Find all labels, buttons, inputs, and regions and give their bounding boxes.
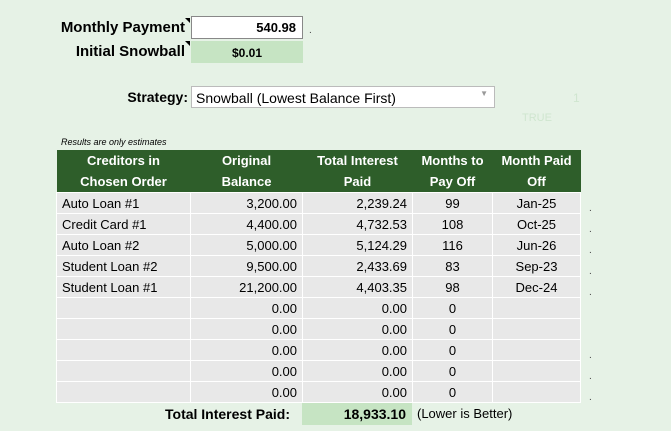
table-row: 0.00 0.00 0	[56, 360, 581, 382]
cell-creditor[interactable]: Student Loan #1	[56, 276, 191, 298]
cell-dot: .	[589, 287, 592, 298]
cell-creditor[interactable]	[56, 360, 191, 382]
initial-snowball-field[interactable]: $0.01	[191, 41, 303, 63]
header-total-interest: Total Interest Paid	[302, 150, 413, 193]
initial-snowball-label: Initial Snowball	[75, 43, 185, 60]
cell-months[interactable]: 83	[412, 255, 493, 277]
cell-interest[interactable]: 2,239.24	[302, 192, 413, 214]
cell-balance[interactable]: 0.00	[190, 360, 303, 382]
cell-balance[interactable]: 21,200.00	[190, 276, 303, 298]
table-row: Student Loan #1 21,200.00 4,403.35 98 Dec-24	[56, 276, 581, 298]
cell-interest[interactable]: 4,732.53	[302, 213, 413, 235]
cell-balance[interactable]: 5,000.00	[190, 234, 303, 256]
table-header-row: Creditors in Chosen Order Original Balance…	[56, 150, 581, 193]
table-row: 0.00 0.00 0	[56, 339, 581, 361]
cell-months[interactable]: 0	[412, 381, 493, 403]
header-month-paid-off: Month Paid Off	[492, 150, 581, 193]
cell-balance[interactable]: 0.00	[190, 318, 303, 340]
strategy-label: Strategy:	[127, 89, 188, 105]
table-row: Credit Card #1 4,400.00 4,732.53 108 Oct-25	[56, 213, 581, 235]
cell-creditor[interactable]: Credit Card #1	[56, 213, 191, 235]
cell-month-paid[interactable]: Jan-25	[492, 192, 581, 214]
cell-balance[interactable]: 0.00	[190, 381, 303, 403]
cell-months[interactable]: 0	[412, 360, 493, 382]
table-row: 0.00 0.00 0	[56, 318, 581, 340]
cell-balance[interactable]: 3,200.00	[190, 192, 303, 214]
header-creditors: Creditors in Chosen Order	[56, 150, 191, 193]
cell-creditor[interactable]: Auto Loan #1	[56, 192, 191, 214]
cell-dot: .	[589, 245, 592, 256]
table-row: 0.00 0.00 0	[56, 381, 581, 403]
cell-months[interactable]: 108	[412, 213, 493, 235]
cell-dot: .	[589, 392, 592, 403]
cell-month-paid[interactable]	[492, 360, 581, 382]
cell-dot: .	[589, 203, 592, 214]
cell-month-paid[interactable]	[492, 297, 581, 319]
cell-month-paid[interactable]	[492, 381, 581, 403]
cell-balance[interactable]: 0.00	[190, 297, 303, 319]
table-row: Auto Loan #2 5,000.00 5,124.29 116 Jun-26	[56, 234, 581, 256]
comment-indicator-icon	[185, 18, 190, 23]
cell-creditor[interactable]: Student Loan #2	[56, 255, 191, 277]
total-interest-note: (Lower is Better)	[417, 406, 513, 421]
cell-month-paid[interactable]: Sep-23	[492, 255, 581, 277]
cell-dot: .	[309, 25, 312, 36]
cell-dot: .	[589, 224, 592, 235]
cell-creditor[interactable]: Auto Loan #2	[56, 234, 191, 256]
monthly-payment-label: Monthly Payment	[60, 19, 185, 36]
debt-table: Creditors in Chosen Order Original Balance…	[56, 150, 581, 403]
cell-months[interactable]: 116	[412, 234, 493, 256]
faint-cell-text: TRUE	[522, 112, 552, 124]
table-row: Student Loan #2 9,500.00 2,433.69 83 Sep-23	[56, 255, 581, 277]
cell-month-paid[interactable]: Jun-26	[492, 234, 581, 256]
total-interest-label: Total Interest Paid:	[165, 406, 290, 422]
strategy-dropdown[interactable]: Snowball (Lowest Balance First) ▼	[191, 86, 495, 108]
faint-cell-number: 1	[573, 91, 580, 105]
table-row: 0.00 0.00 0	[56, 297, 581, 319]
estimate-note: Results are only estimates	[61, 137, 167, 147]
cell-months[interactable]: 98	[412, 276, 493, 298]
header-original-balance: Original Balance	[190, 150, 303, 193]
cell-month-paid[interactable]: Dec-24	[492, 276, 581, 298]
cell-creditor[interactable]	[56, 318, 191, 340]
cell-month-paid[interactable]: Oct-25	[492, 213, 581, 235]
cell-interest[interactable]: 0.00	[302, 339, 413, 361]
cell-interest[interactable]: 5,124.29	[302, 234, 413, 256]
cell-interest[interactable]: 0.00	[302, 381, 413, 403]
comment-indicator-icon	[185, 41, 190, 46]
cell-creditor[interactable]	[56, 381, 191, 403]
strategy-selected-value: Snowball (Lowest Balance First)	[196, 90, 396, 106]
cell-months[interactable]: 0	[412, 318, 493, 340]
cell-months[interactable]: 0	[412, 297, 493, 319]
cell-month-paid[interactable]	[492, 339, 581, 361]
cell-dot: .	[589, 266, 592, 277]
total-interest-value[interactable]: 18,933.10	[302, 403, 412, 425]
cell-balance[interactable]: 4,400.00	[190, 213, 303, 235]
cell-interest[interactable]: 0.00	[302, 318, 413, 340]
cell-interest[interactable]: 2,433.69	[302, 255, 413, 277]
chevron-down-icon[interactable]: ▼	[480, 89, 488, 98]
cell-dot: .	[589, 371, 592, 382]
cell-balance[interactable]: 0.00	[190, 339, 303, 361]
cell-months[interactable]: 0	[412, 339, 493, 361]
cell-interest[interactable]: 4,403.35	[302, 276, 413, 298]
cell-month-paid[interactable]	[492, 318, 581, 340]
table-row: Auto Loan #1 3,200.00 2,239.24 99 Jan-25	[56, 192, 581, 214]
cell-balance[interactable]: 9,500.00	[190, 255, 303, 277]
cell-months[interactable]: 99	[412, 192, 493, 214]
cell-creditor[interactable]	[56, 339, 191, 361]
cell-dot: .	[589, 350, 592, 361]
monthly-payment-input[interactable]: 540.98	[191, 16, 303, 39]
cell-creditor[interactable]	[56, 297, 191, 319]
cell-interest[interactable]: 0.00	[302, 360, 413, 382]
cell-interest[interactable]: 0.00	[302, 297, 413, 319]
header-months-to-payoff: Months to Pay Off	[412, 150, 493, 193]
